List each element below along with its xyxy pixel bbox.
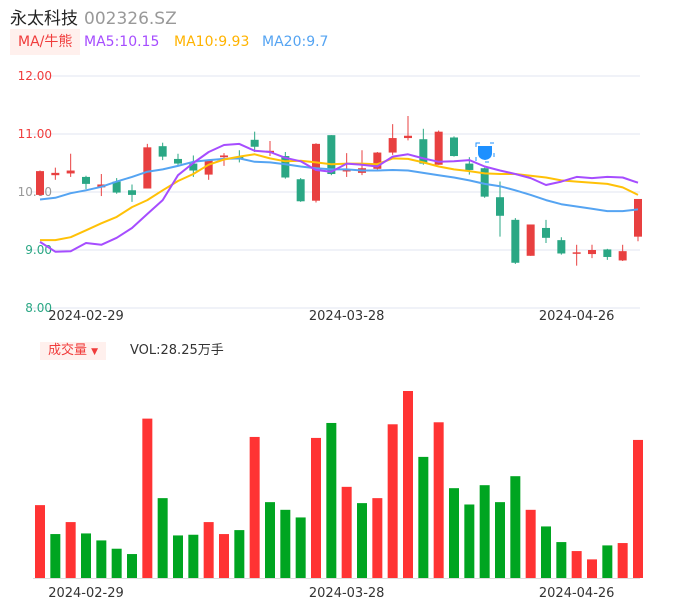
- volume-bar: [127, 554, 137, 578]
- y-tick-label: 12.00: [18, 69, 52, 83]
- candle-body: [128, 190, 136, 195]
- candle-body: [220, 155, 228, 158]
- candle-body: [143, 147, 152, 189]
- volume-bar: [357, 503, 367, 578]
- candle-body: [174, 158, 182, 164]
- y-tick-label: 11.00: [18, 127, 52, 141]
- candle-body: [511, 219, 520, 263]
- x-tick-label: 2024-02-29: [48, 586, 124, 601]
- x-tick-label: 2024-04-26: [539, 309, 615, 324]
- candle-body: [557, 240, 566, 254]
- candle-body: [542, 227, 550, 238]
- volume-bar: [510, 476, 521, 578]
- volume-bar: [81, 533, 91, 578]
- volume-bar: [65, 522, 76, 578]
- candle-body: [158, 146, 167, 157]
- volume-bar: [525, 509, 536, 578]
- candle-body: [450, 137, 458, 157]
- candle-body: [434, 131, 443, 165]
- volume-bar: [449, 488, 459, 578]
- volume-bar: [280, 509, 291, 578]
- candle-body: [618, 251, 627, 261]
- volume-bar: [142, 418, 153, 578]
- candle-body: [572, 252, 581, 254]
- stock-chart-panel: 永太科技 002326.SZ MA/牛熊 MA5:10.15 MA10:9.93 …: [0, 0, 686, 606]
- volume-bar: [249, 436, 260, 578]
- volume-bar: [341, 486, 352, 578]
- volume-bar: [295, 517, 306, 578]
- candle-body: [66, 170, 75, 174]
- candle-body: [465, 163, 474, 170]
- volume-bar: [96, 540, 107, 578]
- x-tick-label: 2024-02-29: [48, 309, 124, 324]
- candle-body: [312, 143, 320, 201]
- volume-bar: [464, 504, 475, 578]
- volume-bar: [403, 391, 413, 578]
- volume-bar: [418, 456, 429, 578]
- volume-bar: [35, 505, 45, 578]
- candle-body: [296, 179, 305, 202]
- volume-bar: [173, 535, 183, 578]
- volume-bar: [372, 498, 383, 578]
- y-tick-label: 9.00: [25, 243, 52, 257]
- candle-body: [526, 224, 535, 256]
- candle-body: [51, 172, 60, 176]
- volume-bar: [188, 534, 199, 578]
- candle-body: [603, 249, 612, 257]
- bull-bear-shield-icon[interactable]: [475, 142, 495, 163]
- candle-body: [496, 197, 504, 216]
- volume-bar: [265, 502, 275, 578]
- candle-body: [388, 138, 397, 153]
- volume-bar: [387, 424, 398, 578]
- volume-bar: [617, 543, 628, 578]
- volume-bar: [219, 534, 229, 578]
- volume-bar: [326, 422, 337, 578]
- volume-bar: [111, 548, 122, 578]
- x-tick-label: 2024-03-28: [309, 586, 385, 601]
- volume-bar: [571, 551, 582, 578]
- kline-chart[interactable]: 12.0011.0010.009.008.002024-02-29 2024-03…: [0, 0, 686, 606]
- candle-body: [250, 139, 259, 147]
- candle-body: [404, 135, 412, 139]
- candle-body: [36, 171, 44, 195]
- volume-bar: [602, 545, 613, 578]
- volume-bar: [311, 437, 321, 578]
- volume-bar: [234, 530, 245, 578]
- candle-body: [588, 250, 596, 255]
- x-tick-label: 2024-03-28: [309, 309, 385, 324]
- volume-bar: [556, 542, 567, 578]
- volume-bar: [541, 526, 551, 578]
- volume-bar: [433, 422, 444, 578]
- volume-bar: [495, 502, 505, 578]
- volume-bar: [633, 439, 643, 578]
- volume-bar: [50, 534, 61, 578]
- volume-bar: [157, 498, 168, 578]
- volume-bar: [587, 559, 597, 578]
- x-tick-label: 2024-04-26: [539, 586, 615, 601]
- y-tick-label: 10.00: [18, 185, 52, 199]
- candle-body: [82, 176, 90, 184]
- volume-bar: [203, 522, 214, 578]
- volume-bar: [479, 485, 490, 578]
- candle-body: [634, 198, 642, 237]
